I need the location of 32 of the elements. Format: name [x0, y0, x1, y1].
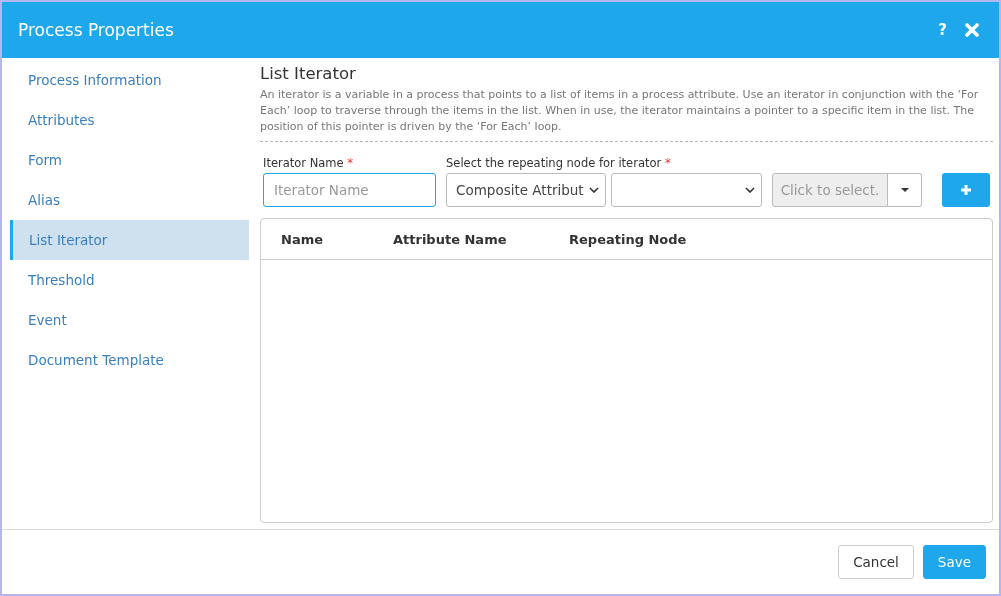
section-title: List Iterator — [260, 64, 357, 83]
help-button[interactable]: ? — [938, 21, 947, 39]
caret-icon — [900, 188, 909, 192]
column-header: Repeating Node — [569, 231, 687, 247]
field-label: Iterator Name — [263, 156, 344, 170]
required-mark: * — [347, 156, 353, 170]
chevron-down-icon — [589, 187, 599, 193]
column-header: Name — [281, 231, 324, 247]
node-picker-field[interactable]: Click to select. — [772, 173, 888, 207]
add-button[interactable] — [942, 173, 990, 207]
required-mark: * — [664, 156, 671, 170]
field-label: Select the repeating node for iterator — [446, 156, 662, 170]
attribute-type-dropdown[interactable]: Composite Attribut — [446, 173, 606, 207]
sidebar-item[interactable]: Document Template — [10, 340, 249, 380]
sidebar-item[interactable]: Form — [10, 140, 249, 180]
window-title: Process Properties — [18, 20, 175, 40]
sidebar-item[interactable]: List Iterator — [10, 220, 249, 260]
sidebar-item[interactable]: Attributes — [10, 100, 249, 140]
sidebar-item[interactable]: Event — [10, 300, 249, 340]
close-icon[interactable] — [965, 23, 979, 37]
chevron-down-icon — [745, 187, 755, 193]
plus-icon — [960, 184, 972, 196]
sidebar-item[interactable]: Alias — [10, 180, 249, 220]
dialog-button[interactable]: Save — [922, 545, 986, 579]
sidebar-item[interactable]: Threshold — [10, 260, 249, 300]
iterator-name-field[interactable]: Iterator Name — [263, 173, 436, 207]
section-description: An iterator is a variable in a process that points to a list of items in a process attribute. Use an iterator in conjunction with the ‘For Each’ loop to traverse through the items in the list. When in use, the iterator maintains a pointer to a specific item in the list. The position of this pointer is driven by the ‘For Each’ loop. — [260, 87, 993, 142]
dialog-button[interactable]: Cancel — [838, 545, 914, 579]
column-header: Attribute Name — [393, 231, 508, 247]
dropdown-button[interactable] — [888, 173, 922, 207]
sidebar-item[interactable]: Process Information — [10, 60, 249, 100]
attribute-dropdown[interactable] — [611, 173, 762, 207]
